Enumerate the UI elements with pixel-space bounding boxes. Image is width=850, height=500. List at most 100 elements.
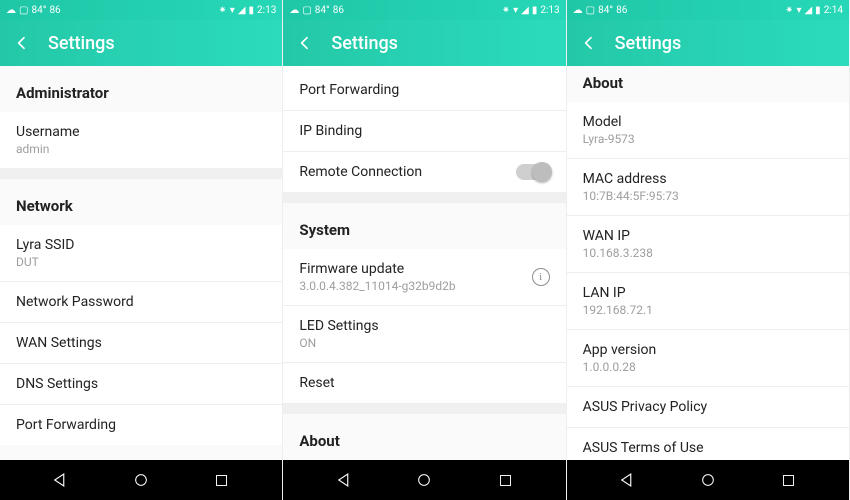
image-icon: ▢ <box>302 5 311 16</box>
row-sub: 10.168.3.238 <box>583 246 833 260</box>
section-header-system: System <box>283 203 565 249</box>
app-bar: Settings <box>0 20 282 66</box>
square-recent-icon <box>214 473 229 488</box>
divider <box>283 193 565 203</box>
battery-icon: ▮ <box>249 5 255 16</box>
section-header-about: About <box>567 66 849 102</box>
weather-icon: ☁ <box>6 5 16 16</box>
nav-back-button[interactable] <box>40 465 80 495</box>
android-nav-bar <box>283 460 565 500</box>
row-title: App version <box>583 342 833 358</box>
row-led-settings[interactable]: LED Settings ON <box>283 306 565 363</box>
nav-home-button[interactable] <box>404 465 444 495</box>
image-icon: ▢ <box>19 5 28 16</box>
content-area[interactable]: Administrator Username admin Network Lyr… <box>0 66 282 460</box>
chevron-left-icon <box>297 35 313 51</box>
row-ip-binding[interactable]: IP Binding <box>283 111 565 152</box>
row-app-version: App version 1.0.0.0.28 <box>567 330 849 387</box>
section-header-about: About <box>283 414 565 460</box>
info-icon[interactable]: i <box>532 268 550 286</box>
row-title: IP Binding <box>299 123 549 139</box>
page-title: Settings <box>48 33 115 54</box>
battery-icon: ▮ <box>815 5 821 16</box>
row-sub: 1.0.0.0.28 <box>583 360 833 374</box>
section-header-administrator: Administrator <box>0 66 282 112</box>
nav-back-button[interactable] <box>324 465 364 495</box>
nav-recent-button[interactable] <box>769 465 809 495</box>
row-network-password[interactable]: Network Password <box>0 282 282 323</box>
row-title: WAN Settings <box>16 335 266 351</box>
status-temp: 84° <box>598 5 613 16</box>
row-dns-settings[interactable]: DNS Settings <box>0 364 282 405</box>
divider <box>283 404 565 414</box>
back-button[interactable] <box>8 29 36 57</box>
square-recent-icon <box>781 473 796 488</box>
row-sub: 3.0.0.4.382_11014-g32b9d2b <box>299 279 531 293</box>
remote-connection-toggle[interactable] <box>516 164 550 180</box>
screen-3: ☁ ▢ 84° 86 ⁕ ▾ ◢ ▮ 2:14 Settings About M… <box>567 0 850 500</box>
row-title: ASUS Privacy Policy <box>583 399 833 415</box>
triangle-back-icon <box>618 471 636 489</box>
status-bar: ☁ ▢ 84° 86 ⁕ ▾ ◢ ▮ 2:13 <box>283 0 565 20</box>
bluetooth-icon: ⁕ <box>218 5 226 16</box>
row-title: Username <box>16 124 266 140</box>
signal-icon: ◢ <box>521 5 529 16</box>
row-title: Port Forwarding <box>16 417 266 433</box>
row-wan-ip: WAN IP 10.168.3.238 <box>567 216 849 273</box>
row-reset[interactable]: Reset <box>283 363 565 404</box>
triangle-back-icon <box>51 471 69 489</box>
chevron-left-icon <box>14 35 30 51</box>
app-bar: Settings <box>283 20 565 66</box>
row-wan-settings[interactable]: WAN Settings <box>0 323 282 364</box>
row-privacy-policy[interactable]: ASUS Privacy Policy <box>567 387 849 428</box>
row-port-forwarding[interactable]: Port Forwarding <box>283 66 565 111</box>
status-humidity: 86 <box>49 5 60 16</box>
row-lan-ip: LAN IP 192.168.72.1 <box>567 273 849 330</box>
nav-home-button[interactable] <box>121 465 161 495</box>
divider <box>0 169 282 179</box>
row-username[interactable]: Username admin <box>0 112 282 169</box>
status-temp: 84° <box>315 5 330 16</box>
status-time: 2:13 <box>540 5 559 16</box>
nav-home-button[interactable] <box>688 465 728 495</box>
status-temp: 84° <box>31 5 46 16</box>
row-firmware-update[interactable]: Firmware update 3.0.0.4.382_11014-g32b9d… <box>283 249 565 306</box>
row-sub: DUT <box>16 255 266 269</box>
content-area[interactable]: Port Forwarding IP Binding Remote Connec… <box>283 66 565 460</box>
row-sub: 192.168.72.1 <box>583 303 833 317</box>
wifi-icon: ▾ <box>513 5 518 16</box>
row-sub: Lyra-9573 <box>583 132 833 146</box>
row-title: ASUS Terms of Use <box>583 440 833 456</box>
back-button[interactable] <box>291 29 319 57</box>
row-sub: ON <box>299 336 549 350</box>
nav-recent-button[interactable] <box>485 465 525 495</box>
nav-recent-button[interactable] <box>202 465 242 495</box>
row-remote-connection[interactable]: Remote Connection <box>283 152 565 193</box>
row-terms-of-use[interactable]: ASUS Terms of Use <box>567 428 849 460</box>
wifi-icon: ▾ <box>796 5 801 16</box>
app-bar: Settings <box>567 20 849 66</box>
status-bar: ☁ ▢ 84° 86 ⁕ ▾ ◢ ▮ 2:13 <box>0 0 282 20</box>
page-title: Settings <box>615 33 682 54</box>
battery-icon: ▮ <box>532 5 538 16</box>
row-title: Port Forwarding <box>299 82 549 98</box>
weather-icon: ☁ <box>289 5 299 16</box>
content-area[interactable]: About Model Lyra-9573 MAC address 10:7B:… <box>567 66 849 460</box>
circle-home-icon <box>133 472 149 488</box>
row-lyra-ssid[interactable]: Lyra SSID DUT <box>0 225 282 282</box>
screen-1: ☁ ▢ 84° 86 ⁕ ▾ ◢ ▮ 2:13 Settings Adminis… <box>0 0 283 500</box>
page-title: Settings <box>331 33 398 54</box>
row-title: Network Password <box>16 294 266 310</box>
nav-back-button[interactable] <box>607 465 647 495</box>
circle-home-icon <box>700 472 716 488</box>
image-icon: ▢ <box>586 5 595 16</box>
row-title: DNS Settings <box>16 376 266 392</box>
back-button[interactable] <box>575 29 603 57</box>
row-port-forwarding[interactable]: Port Forwarding <box>0 405 282 445</box>
section-header-network: Network <box>0 179 282 225</box>
triangle-back-icon <box>335 471 353 489</box>
circle-home-icon <box>416 472 432 488</box>
row-model: Model Lyra-9573 <box>567 102 849 159</box>
status-time: 2:14 <box>824 5 843 16</box>
square-recent-icon <box>498 473 513 488</box>
